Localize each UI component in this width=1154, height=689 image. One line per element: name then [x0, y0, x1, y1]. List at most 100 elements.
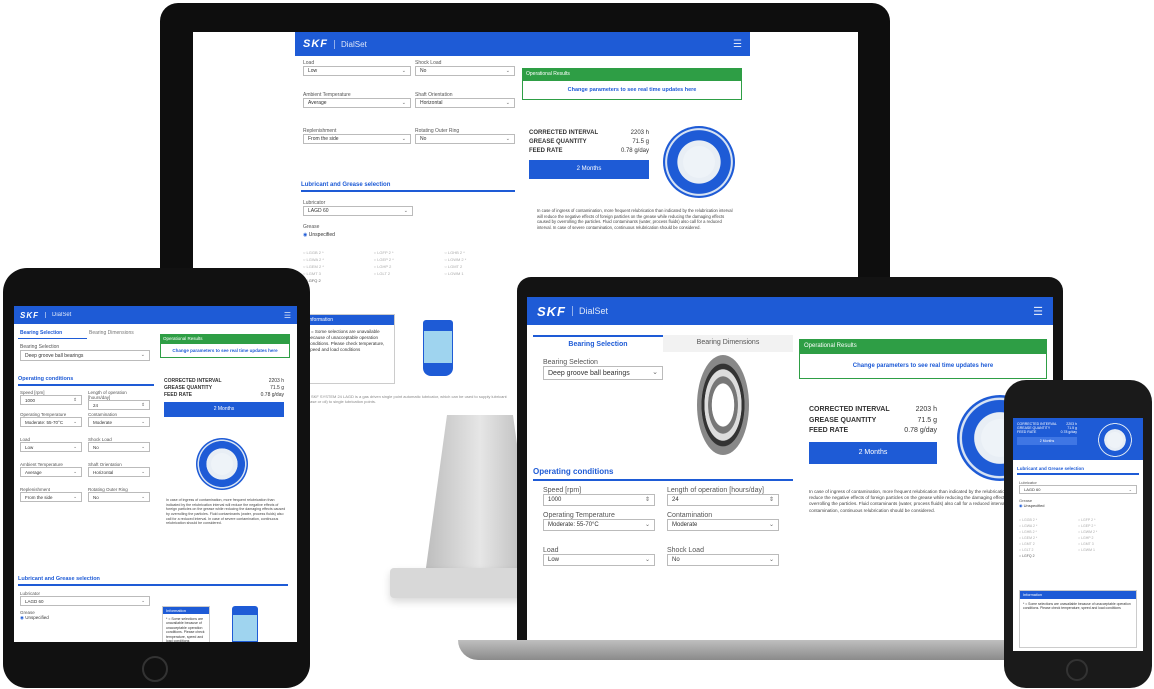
rotating-select[interactable]: No ⌄ [88, 492, 150, 502]
grease-radio-unspecified[interactable]: ◉ Unspecified [303, 232, 413, 238]
grease-option[interactable]: ○ LGMT 3 [303, 271, 372, 276]
grease-option[interactable]: ○ LGMT 2 [444, 264, 513, 269]
grease-option[interactable]: ○ LGGB 2 * [1019, 518, 1078, 522]
bearing-select[interactable]: Deep groove ball bearings ⌄ [20, 350, 150, 361]
shock-select[interactable]: No ⌄ [667, 554, 779, 566]
length-input[interactable]: 24 ⇕ [88, 400, 150, 410]
grease-option[interactable]: ○ LGHB 2 * [1019, 530, 1078, 534]
temp-select[interactable]: Moderate: 55-70°C ⌄ [543, 519, 655, 531]
grease-option[interactable]: ○ LGWA 2 * [1019, 524, 1078, 528]
laptop-screen: SKF DialSet ☰ Bearing Selection Bearing … [527, 297, 1053, 640]
tablet-conditions: Speed [rpm] 1000 ⇕ Length of operation [ho… [20, 390, 150, 502]
grease-radio-unspecified[interactable]: ◉ Unspecified [1019, 503, 1137, 508]
grease-option[interactable]: ○ LGWM 1 [444, 271, 513, 276]
months-button[interactable]: 2 Months [529, 160, 649, 179]
grease-option[interactable]: ○ LGEP 2 * [374, 257, 443, 262]
grease-quantity-value: 71.5 g [270, 385, 284, 391]
grease-option[interactable]: ○ LGWM 1 [1078, 548, 1137, 552]
speed-input[interactable]: 1000 ⇕ [543, 494, 655, 506]
shaft-select[interactable]: Horizontal ⌄ [415, 98, 515, 108]
skf-logo: SKF [537, 303, 566, 319]
contamination-select[interactable]: Moderate ⌄ [88, 417, 150, 427]
bearing-select[interactable]: Deep groove ball bearings ⌄ [543, 366, 663, 380]
grease-option[interactable]: ○ LGGB 2 * [303, 250, 372, 255]
grease-option[interactable]: ○ LGHP 2 [1078, 536, 1137, 540]
grease-option[interactable]: ○ LGEM 2 * [1019, 536, 1078, 540]
shock-select[interactable]: No ⌄ [415, 66, 515, 76]
lubricator-image [423, 320, 453, 376]
lubricator-select[interactable]: LAGD 60 ⌄ [303, 206, 413, 216]
load-label: Load [543, 547, 559, 554]
shock-select[interactable]: No ⌄ [88, 442, 150, 452]
speed-input[interactable]: 1000 ⇕ [20, 395, 82, 405]
tab-bearing-selection[interactable]: Bearing Selection [18, 328, 87, 339]
grease-option[interactable]: ○ LGMT 2 [1019, 542, 1078, 546]
tab-bearing-dimensions[interactable]: Bearing Dimensions [87, 328, 156, 339]
hamburger-icon[interactable]: ☰ [284, 311, 291, 320]
tab-bearing-selection[interactable]: Bearing Selection [533, 335, 663, 352]
results-note: In case of ingress of contamination, mor… [166, 498, 286, 526]
load-select[interactable]: Low ⌄ [20, 442, 82, 452]
hamburger-icon[interactable]: ☰ [1033, 305, 1043, 318]
shaft-select[interactable]: Horizontal ⌄ [88, 467, 150, 477]
tab-bearing-dimensions[interactable]: Bearing Dimensions [663, 335, 793, 352]
feed-rate-value: 0.78 g/day [620, 148, 649, 154]
rotating-select[interactable]: No ⌄ [415, 134, 515, 144]
grease-option[interactable]: ○ LGWA 2 * [303, 257, 372, 262]
feed-rate-value: 0.78 g/day [904, 427, 937, 434]
grease-option[interactable]: ○ LGHB 2 * [444, 250, 513, 255]
months-button[interactable]: 2 Months [809, 441, 937, 464]
information-box: Information * = Some selections are unav… [162, 606, 210, 642]
corrected-label: CORRECTED INTERVAL [809, 406, 890, 413]
replenishment-select[interactable]: From the side ⌄ [20, 492, 82, 502]
grease-option[interactable]: ○ LGLT 2 [1019, 548, 1078, 552]
length-input[interactable]: 24 ⇕ [667, 494, 779, 506]
information-text: * = Some selections are unavailable beca… [166, 617, 205, 642]
lubricator-select[interactable]: LAGD 60 ⌄ [20, 596, 150, 606]
contamination-select[interactable]: Moderate ⌄ [667, 519, 779, 531]
grease-option[interactable]: ○ LGWM 2 * [1078, 530, 1137, 534]
skf-logo: SKF [20, 310, 39, 320]
dial-icon [663, 126, 735, 198]
corrected-value: 2203 h [268, 378, 284, 384]
lubricant-section-title: Lubricant and Grease selection [301, 182, 515, 192]
grease-option[interactable]: ○ LGFQ 2 [1019, 554, 1078, 558]
months-button[interactable]: 2 Months [1017, 437, 1077, 445]
grease-option[interactable]: ○ LGLT 2 [374, 271, 443, 276]
grease-option[interactable]: ○ LGEP 2 * [1078, 524, 1137, 528]
length-label: Length of operation [hours/day] [88, 390, 127, 400]
grease-option[interactable]: ○ LGEM 2 * [303, 264, 372, 269]
tablet-home-button[interactable] [142, 656, 168, 682]
phone-device: CORRECTED INTERVAL 2203 h GREASE QUANTITY… [1004, 380, 1152, 688]
results-prompt: Change parameters to see real time updat… [160, 343, 290, 358]
grease-option[interactable]: ○ LGMT 3 [1078, 542, 1137, 546]
skf-logo: SKF [303, 38, 328, 50]
contamination-label: Contamination [667, 512, 713, 519]
lubricant-section-title: Lubricant and Grease selection [18, 576, 288, 586]
ambient-select[interactable]: Average ⌄ [20, 467, 82, 477]
grease-option[interactable]: ○ LGHP 2 [374, 264, 443, 269]
phone-home-button[interactable] [1066, 659, 1088, 681]
hamburger-icon[interactable]: ☰ [733, 39, 742, 50]
grease-quantity-value: 71.5 g [632, 139, 649, 145]
grease-radio-unspecified[interactable]: ◉ Unspecified [20, 615, 150, 621]
app-header: SKF DialSet ☰ [295, 32, 750, 56]
corrected-label: CORRECTED INTERVAL [529, 130, 599, 136]
replenishment-select[interactable]: From the side ⌄ [303, 134, 411, 144]
feed-rate-value: 0.78 g/day [1060, 430, 1077, 434]
results-panel: Operational Results Change parameters to… [160, 334, 290, 358]
dial-icon [1097, 422, 1133, 458]
length-label: Length of operation [hours/day] [667, 487, 764, 494]
grease-option[interactable]: ○ LGFQ 2 [303, 278, 372, 283]
months-button[interactable]: 2 Months [164, 402, 284, 417]
grease-option[interactable]: ○ LGFP 2 * [1078, 518, 1137, 522]
load-select[interactable]: Low ⌄ [303, 66, 411, 76]
grease-option[interactable]: ○ LGWM 2 * [444, 257, 513, 262]
load-select[interactable]: Low ⌄ [543, 554, 655, 566]
ambient-select[interactable]: Average ⌄ [303, 98, 411, 108]
laptop-header: SKF DialSet ☰ [527, 297, 1053, 325]
feed-rate-label: FEED RATE [529, 148, 563, 154]
lubricator-select[interactable]: LAGD 60 ⌄ [1019, 485, 1137, 494]
temp-select[interactable]: Moderate: 55-70°C ⌄ [20, 417, 82, 427]
grease-option[interactable]: ○ LGFP 2 * [374, 250, 443, 255]
